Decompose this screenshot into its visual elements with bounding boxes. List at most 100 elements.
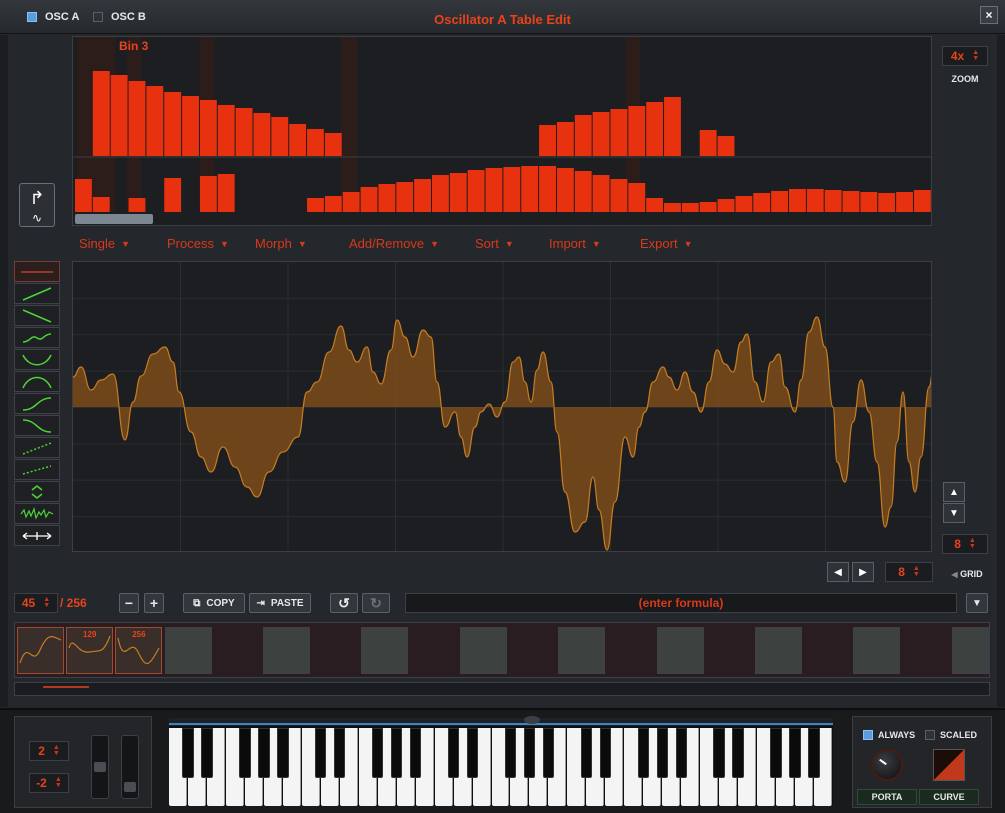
step-select[interactable]: 8 ▲ ▼	[885, 562, 933, 582]
phase-bar[interactable]	[699, 202, 717, 212]
close-button[interactable]: ×	[980, 6, 998, 24]
phase-bar[interactable]	[92, 197, 110, 212]
magnitude-bar[interactable]	[289, 124, 307, 156]
apply-spectrum-button[interactable]: ↱ ∿	[19, 183, 55, 227]
prev-button[interactable]: ◀	[827, 562, 849, 582]
empty-frame-slot[interactable]	[164, 627, 212, 674]
phase-bar[interactable]	[664, 203, 681, 212]
magnitude-bar[interactable]	[128, 81, 146, 156]
magnitude-bar[interactable]	[146, 86, 164, 156]
magnitude-bar[interactable]	[628, 106, 646, 156]
harmonic-spectrum-view[interactable]: Bin 3	[72, 36, 932, 226]
phase-bar[interactable]	[610, 179, 628, 212]
magnitude-bar[interactable]	[253, 113, 271, 156]
frame-thumbnail[interactable]	[17, 627, 64, 674]
copy-button[interactable]: ⧉ COPY	[183, 593, 245, 613]
remove-frame-button[interactable]: −	[119, 593, 139, 613]
shift-up-button[interactable]: ▲	[943, 482, 965, 502]
magnitude-bar[interactable]	[164, 92, 182, 156]
magnitude-bar[interactable]	[574, 115, 592, 156]
magnitude-bar[interactable]	[592, 112, 610, 156]
octave-down-select[interactable]: -2 ▲ ▼	[29, 773, 69, 793]
piano-black-key[interactable]	[675, 728, 687, 778]
redo-button[interactable]: ↻	[362, 593, 390, 613]
piano-black-key[interactable]	[713, 728, 725, 778]
phase-bar[interactable]	[432, 175, 449, 212]
empty-frame-slot[interactable]	[755, 627, 802, 674]
shape-ease-down-icon[interactable]	[14, 415, 60, 436]
pitch-wheel[interactable]	[91, 735, 109, 799]
piano-black-key[interactable]	[770, 728, 782, 778]
phase-bar[interactable]	[199, 176, 217, 212]
shape-ramp-down-icon[interactable]	[14, 305, 60, 326]
scaled-checkbox[interactable]	[925, 730, 935, 740]
phase-bar[interactable]	[342, 192, 360, 212]
formula-dropdown-button[interactable]: ▼	[966, 593, 988, 613]
shape-valley-icon[interactable]	[14, 349, 60, 370]
shape-expand-icon[interactable]	[14, 481, 60, 502]
octave-up-arrows[interactable]: ▲ ▼	[53, 744, 60, 757]
frame-strip-scrollbar[interactable]	[14, 682, 990, 696]
waveform-editor[interactable]	[72, 261, 932, 552]
phase-bar[interactable]	[75, 179, 92, 212]
phase-bar[interactable]	[164, 178, 182, 212]
magnitude-bar[interactable]	[217, 105, 235, 156]
keyboard-range-handle[interactable]	[524, 716, 540, 724]
piano-black-key[interactable]	[447, 728, 460, 778]
frame-index-select[interactable]: 45 ▲ ▼	[14, 593, 58, 613]
shape-dotted-ramp-icon[interactable]	[14, 459, 60, 480]
piano-black-key[interactable]	[277, 728, 289, 778]
empty-frame-slot[interactable]	[853, 627, 901, 674]
phase-bar[interactable]	[681, 203, 699, 212]
wavetable-frame-strip[interactable]: 129 256	[14, 622, 990, 678]
grid-select[interactable]: 8 ▲ ▼	[942, 534, 988, 554]
phase-bar[interactable]	[556, 168, 574, 212]
piano-black-key[interactable]	[258, 728, 270, 778]
piano-black-key[interactable]	[390, 728, 403, 778]
phase-bar[interactable]	[789, 189, 806, 212]
magnitude-bar[interactable]	[199, 100, 217, 156]
zoom-select[interactable]: 4x ▲ ▼	[942, 46, 988, 66]
piano-black-key[interactable]	[599, 728, 612, 778]
shape-ramp-up-icon[interactable]	[14, 283, 60, 304]
piano-black-key[interactable]	[789, 728, 801, 778]
phase-bar[interactable]	[628, 183, 646, 212]
menu-add-remove[interactable]: Add/Remove ▼	[349, 236, 439, 251]
piano-black-key[interactable]	[334, 728, 346, 778]
spectrum-scrollbar[interactable]	[75, 214, 153, 224]
shape-dotted-up-icon[interactable]	[14, 437, 60, 458]
phase-bar[interactable]	[539, 166, 556, 212]
piano-black-key[interactable]	[182, 728, 194, 778]
piano-black-key[interactable]	[504, 728, 517, 778]
phase-bar[interactable]	[771, 191, 788, 212]
shape-stretch-icon[interactable]	[14, 525, 60, 546]
phase-bar[interactable]	[378, 184, 396, 212]
frame-thumbnail[interactable]: 256	[115, 627, 163, 674]
piano-black-key[interactable]	[637, 728, 649, 778]
mod-wheel[interactable]	[121, 735, 139, 799]
piano-keyboard[interactable]	[169, 716, 833, 806]
waveform-graph[interactable]	[73, 262, 932, 552]
magnitude-bar[interactable]	[271, 117, 289, 156]
menu-export[interactable]: Export ▼	[640, 236, 693, 251]
phase-bar[interactable]	[753, 193, 771, 212]
piano-black-key[interactable]	[580, 728, 593, 778]
spectrum-graph[interactable]	[73, 37, 932, 226]
phase-bar[interactable]	[485, 168, 503, 212]
piano-black-key[interactable]	[656, 728, 668, 778]
phase-bar[interactable]	[414, 179, 431, 212]
magnitude-bar[interactable]	[664, 97, 681, 156]
menu-morph[interactable]: Morph ▼	[255, 236, 307, 251]
shape-noise-icon[interactable]	[14, 503, 60, 524]
phase-bar[interactable]	[360, 187, 378, 212]
formula-input[interactable]: (enter formula)	[405, 593, 957, 613]
phase-bar[interactable]	[128, 198, 146, 212]
menu-sort[interactable]: Sort ▼	[475, 236, 514, 251]
piano-black-key[interactable]	[523, 728, 536, 778]
phase-bar[interactable]	[860, 192, 878, 212]
pitch-wheel-handle[interactable]	[94, 762, 106, 772]
always-toggle[interactable]: ALWAYS	[863, 727, 915, 743]
magnitude-bar[interactable]	[92, 71, 110, 156]
phase-bar[interactable]	[646, 198, 664, 212]
magnitude-bar[interactable]	[610, 109, 628, 156]
